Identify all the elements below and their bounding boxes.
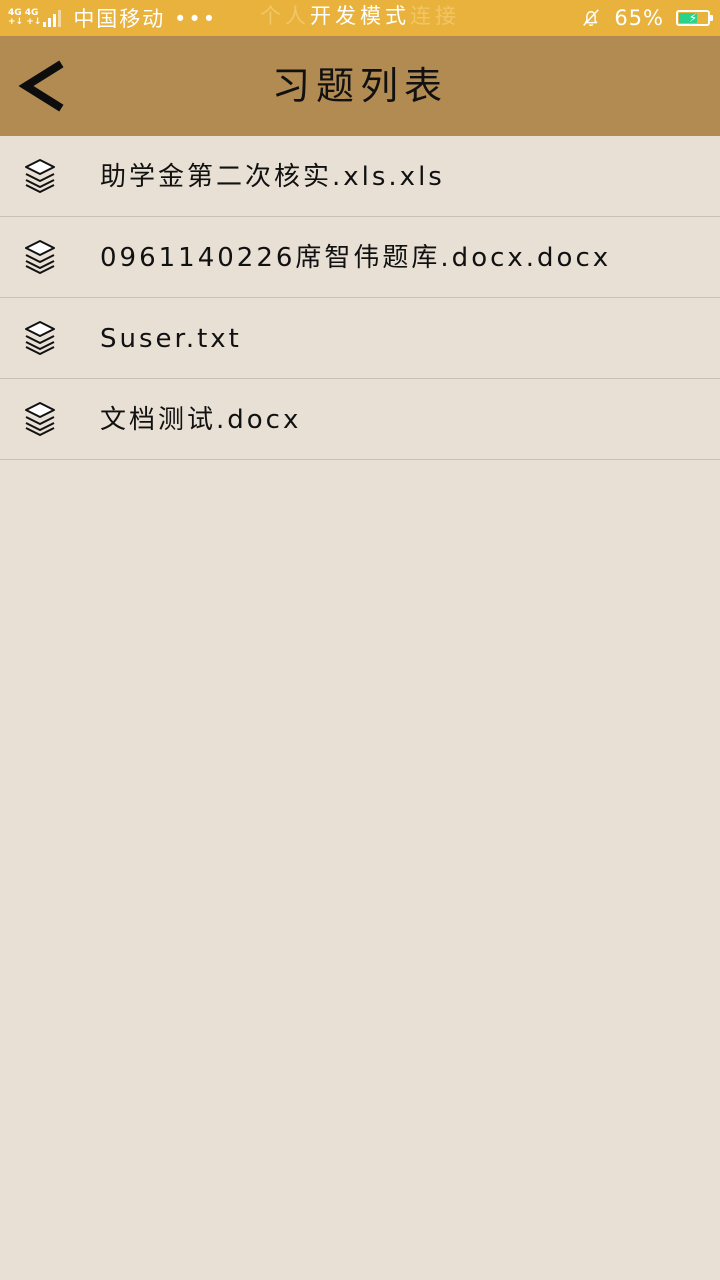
file-name: 文档测试.docx xyxy=(100,405,302,435)
status-right: 65% ⚡ xyxy=(580,0,713,36)
notification-ghost-left: 个人 xyxy=(260,4,310,28)
file-name: 0961140226席智伟题库.docx.docx xyxy=(100,243,612,273)
layers-icon xyxy=(25,402,55,436)
list-item[interactable]: Suser.txt xyxy=(0,298,720,379)
charging-bolt-icon: ⚡ xyxy=(688,11,698,25)
file-name: Suser.txt xyxy=(100,324,242,354)
list-item[interactable]: 助学金第二次核实.xls.xls xyxy=(0,136,720,217)
file-name: 助学金第二次核实.xls.xls xyxy=(100,162,445,192)
battery-percent: 65% xyxy=(614,6,664,30)
layers-icon xyxy=(25,240,55,274)
list-item[interactable]: 文档测试.docx xyxy=(0,379,720,460)
layers-icon xyxy=(25,321,55,355)
layers-icon xyxy=(25,159,55,193)
list-item[interactable]: 0961140226席智伟题库.docx.docx xyxy=(0,217,720,298)
page-title: 习题列表 xyxy=(271,64,448,108)
developer-mode-label: 开发模式 xyxy=(310,4,410,28)
bell-muted-icon xyxy=(583,9,600,26)
notification-ghost-right: 连接 xyxy=(410,4,460,28)
battery-charging-icon: ⚡ xyxy=(676,10,713,26)
file-list: 助学金第二次核实.xls.xls 0961140226席智伟题库.docx.do… xyxy=(0,136,720,460)
status-bar: 4G 4G +↓ +↓ 中国移动 ••• 个人开发模式连接 65% ⚡ xyxy=(0,0,720,36)
app-header: 习题列表 xyxy=(0,36,720,136)
